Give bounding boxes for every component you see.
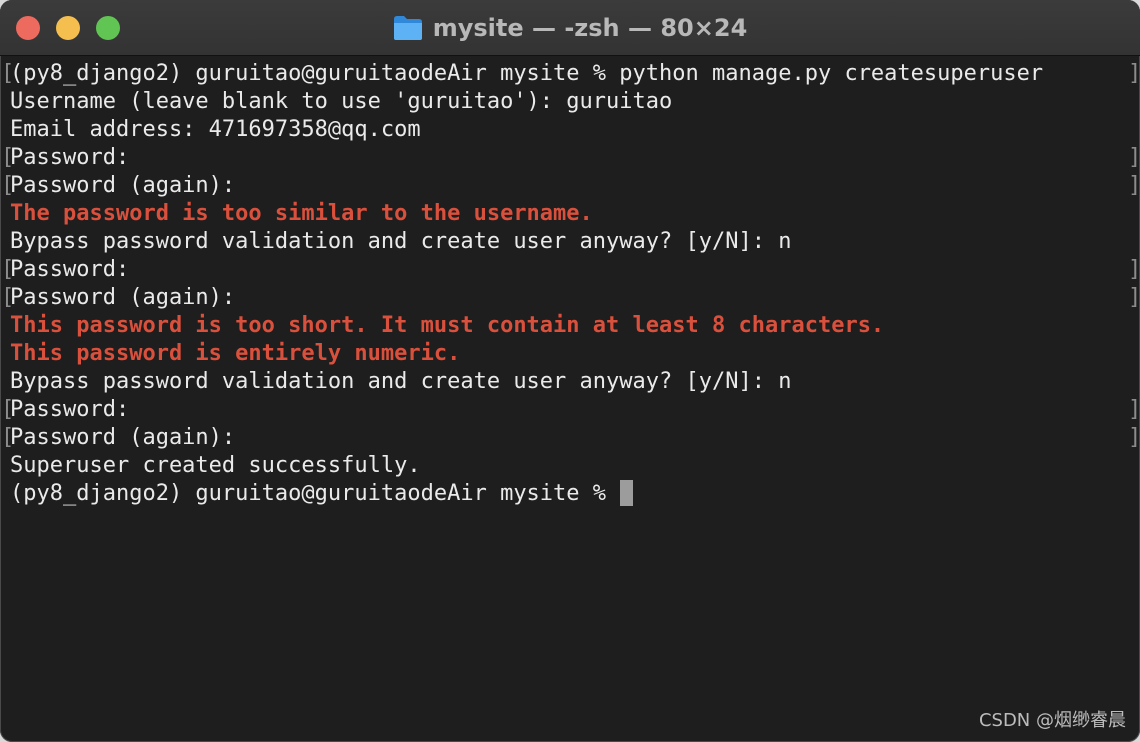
line-text: (py8_django2) guruitao@guruitaodeAir mys… [10, 480, 634, 508]
line-text: Password (again): [10, 285, 236, 310]
line-marker-right: ] [1128, 61, 1140, 86]
terminal-error-line: This password is too short. It must cont… [0, 312, 1140, 340]
line-text: Username (leave blank to use 'guruitao')… [10, 89, 673, 114]
line-text: This password is entirely numeric. [10, 341, 461, 366]
text-cursor [620, 480, 634, 506]
line-text: Bypass password validation and create us… [10, 369, 792, 394]
terminal-line: [(py8_django2) guruitao@guruitaodeAir my… [0, 60, 1140, 88]
line-text: (py8_django2) guruitao@guruitaodeAir mys… [10, 61, 1044, 86]
terminal-line: [Password (again):] [0, 284, 1140, 312]
line-marker-right: ] [1128, 257, 1140, 282]
terminal-line: Bypass password validation and create us… [0, 228, 1140, 256]
terminal-window: mysite — -zsh — 80×24 [(py8_django2) gur… [0, 0, 1140, 742]
terminal-line: [Password (again):] [0, 424, 1140, 452]
line-text: Superuser created successfully. [10, 453, 421, 478]
window-title-text: mysite — -zsh — 80×24 [432, 13, 748, 42]
line-text: Bypass password validation and create us… [10, 229, 792, 254]
line-text: This password is too short. It must cont… [10, 313, 885, 338]
terminal-line: [Password:] [0, 256, 1140, 284]
line-text: The password is too similar to the usern… [10, 201, 593, 226]
line-marker-right: ] [1128, 425, 1140, 450]
terminal-line: Username (leave blank to use 'guruitao')… [0, 88, 1140, 116]
terminal-line: (py8_django2) guruitao@guruitaodeAir mys… [0, 480, 1140, 508]
terminal-error-line: The password is too similar to the usern… [0, 200, 1140, 228]
line-marker-right: ] [1128, 285, 1140, 310]
terminal-line: Email address: 471697358@qq.com [0, 116, 1140, 144]
terminal-line: [Password (again):] [0, 172, 1140, 200]
line-marker-right: ] [1128, 145, 1140, 170]
terminal-error-line: This password is entirely numeric. [0, 340, 1140, 368]
title-bar[interactable]: mysite — -zsh — 80×24 [0, 0, 1140, 56]
line-marker-right: ] [1128, 173, 1140, 198]
terminal-output[interactable]: [(py8_django2) guruitao@guruitaodeAir my… [0, 60, 1140, 508]
terminal-line: [Password:] [0, 144, 1140, 172]
folder-icon [393, 15, 422, 40]
line-text: Password: [10, 145, 130, 170]
line-text: Password: [10, 257, 130, 282]
watermark: CSDN @烟缈睿晨 [978, 710, 1126, 731]
line-marker-right: ] [1128, 397, 1140, 422]
line-text: Password (again): [10, 425, 236, 450]
line-text: Email address: 471697358@qq.com [10, 117, 421, 142]
window-title: mysite — -zsh — 80×24 [0, 0, 1140, 55]
terminal-line: [Password:] [0, 396, 1140, 424]
terminal-line: Superuser created successfully. [0, 452, 1140, 480]
terminal-line: Bypass password validation and create us… [0, 368, 1140, 396]
line-text: Password: [10, 397, 130, 422]
line-text: Password (again): [10, 173, 236, 198]
